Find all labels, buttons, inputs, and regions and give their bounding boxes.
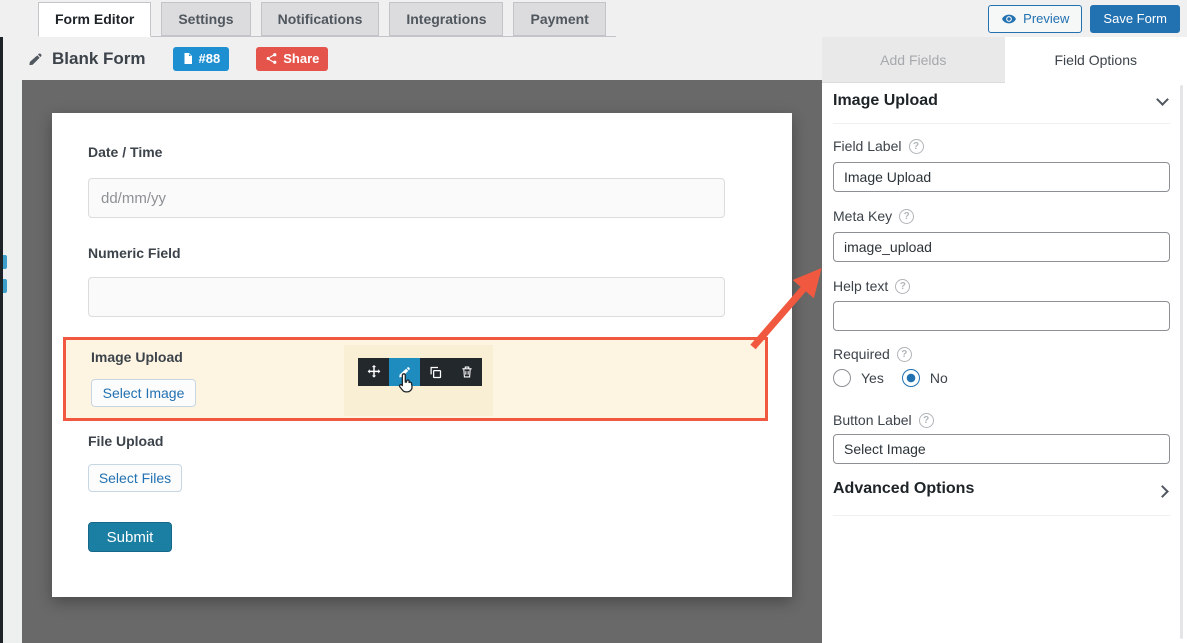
tab-payment[interactable]: Payment (513, 2, 606, 36)
select-files-button[interactable]: Select Files (88, 464, 182, 492)
duplicate-field-icon[interactable] (420, 358, 451, 386)
admin-menu-edge (0, 0, 3, 643)
chevron-right-icon[interactable] (1156, 485, 1169, 498)
tab-integrations[interactable]: Integrations (389, 2, 504, 36)
move-field-icon[interactable] (358, 358, 389, 386)
help-text-label: Help text ? (833, 278, 911, 294)
help-text-input[interactable] (833, 301, 1170, 331)
meta-key-input[interactable] (833, 232, 1170, 262)
image-upload-field-selected[interactable]: Image Upload Select Image (63, 337, 768, 421)
field-label-input[interactable] (833, 162, 1170, 192)
numeric-field-label: Numeric Field (88, 245, 181, 261)
tab-settings[interactable]: Settings (161, 2, 251, 36)
required-no-radio[interactable] (901, 369, 920, 387)
meta-key-label: Meta Key ? (833, 208, 915, 224)
preview-button[interactable]: Preview (988, 4, 1083, 33)
left-gutter (3, 37, 22, 643)
collapsed-panel-button[interactable] (3, 255, 7, 269)
save-form-button[interactable]: Save Form (1090, 4, 1180, 33)
button-label-input[interactable] (833, 434, 1170, 464)
collapsed-panel-button[interactable] (3, 279, 7, 293)
submit-button[interactable]: Submit (88, 522, 172, 552)
button-label-text: Button Label (833, 412, 912, 428)
tab-form-editor[interactable]: Form Editor (38, 2, 152, 37)
meta-key-text: Meta Key (833, 208, 893, 224)
field-label-label: Field Label ? (833, 138, 924, 154)
eye-icon (1001, 11, 1017, 27)
tab-field-options[interactable]: Field Options (1004, 37, 1187, 83)
edit-title-icon[interactable] (28, 51, 44, 67)
help-text-text: Help text (833, 278, 889, 294)
required-yes-radio[interactable] (833, 369, 851, 387)
tab-notifications[interactable]: Notifications (260, 2, 380, 36)
help-icon[interactable]: ? (896, 346, 912, 362)
document-icon (182, 52, 194, 65)
form-id-badge[interactable]: #88 (172, 46, 230, 71)
required-text: Required (833, 346, 890, 362)
numeric-field-input[interactable] (88, 277, 725, 317)
date-field-label: Date / Time (88, 144, 163, 160)
file-upload-field-label: File Upload (88, 433, 164, 449)
required-radio-group: Yes No (833, 369, 956, 387)
date-field-input[interactable] (88, 178, 725, 218)
help-icon[interactable]: ? (895, 278, 911, 294)
form-id-label: #88 (198, 51, 221, 66)
divider (833, 123, 1170, 124)
required-label: Required ? (833, 346, 912, 362)
sidebar-tabs: Add Fields Field Options (822, 37, 1187, 83)
share-button-label: Share (283, 51, 320, 66)
advanced-options-toggle[interactable]: Advanced Options (833, 480, 974, 498)
top-actions: Preview Save Form (988, 0, 1180, 37)
top-tab-bar: Form Editor Settings Notifications Integ… (0, 0, 1187, 37)
required-no-label: No (929, 370, 948, 386)
help-icon[interactable]: ? (918, 412, 934, 428)
select-image-button[interactable]: Select Image (91, 379, 196, 407)
form-nav-tabs: Form Editor Settings Notifications Integ… (38, 0, 616, 37)
edit-field-icon[interactable] (389, 358, 420, 386)
field-options-section-title: Image Upload (833, 92, 938, 109)
chevron-down-icon[interactable] (1156, 93, 1169, 106)
form-preview-card: Date / Time Numeric Field Image Upload S… (52, 113, 792, 597)
share-button[interactable]: Share (256, 46, 329, 71)
divider (833, 515, 1170, 516)
form-canvas: Date / Time Numeric Field Image Upload S… (22, 80, 822, 643)
preview-button-label: Preview (1023, 11, 1070, 26)
field-action-toolbar (358, 358, 482, 386)
field-settings-sidebar: Add Fields Field Options Image Upload Fi… (822, 37, 1187, 643)
sidebar-scrollbar[interactable] (1180, 85, 1183, 639)
form-title: Blank Form (52, 48, 146, 68)
share-icon (265, 52, 278, 65)
image-upload-field-label: Image Upload (91, 349, 183, 365)
form-title-bar: Blank Form #88 Share (3, 37, 822, 80)
button-label-label: Button Label ? (833, 412, 934, 428)
field-label-text: Field Label (833, 138, 902, 154)
tab-add-fields[interactable]: Add Fields (822, 37, 1005, 83)
delete-field-icon[interactable] (451, 358, 482, 386)
help-icon[interactable]: ? (908, 138, 924, 154)
required-yes-label: Yes (861, 370, 884, 386)
help-icon[interactable]: ? (899, 208, 915, 224)
